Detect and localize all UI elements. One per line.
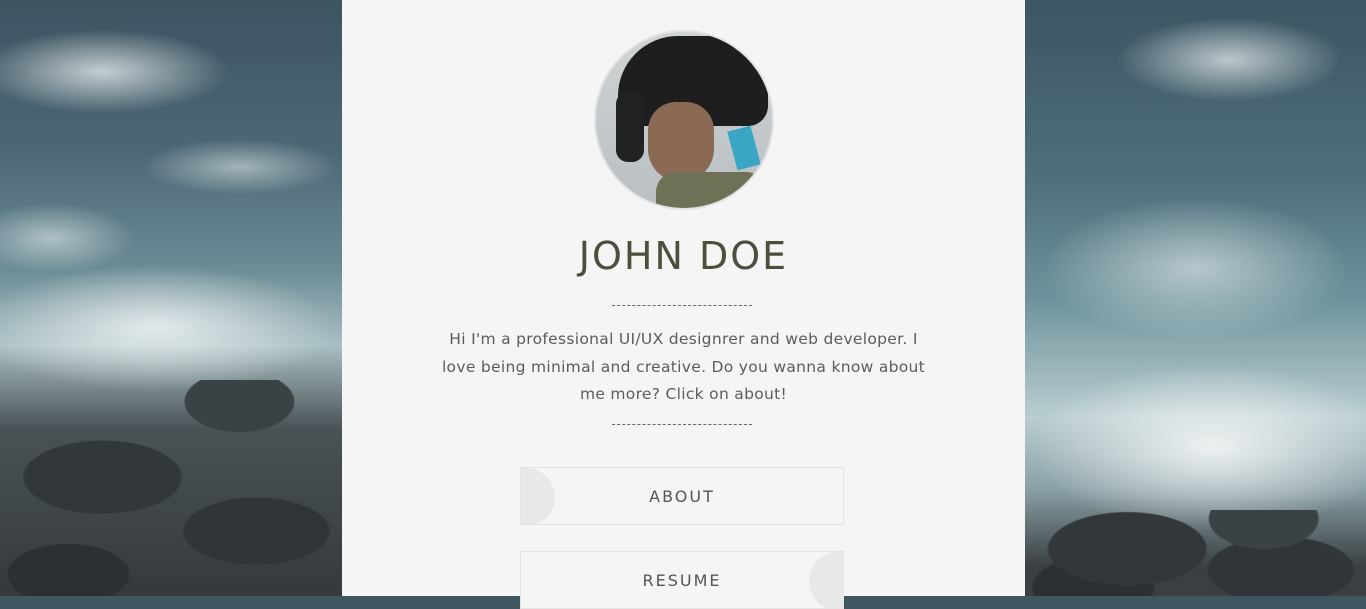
- profile-name: JOHN DOE: [578, 234, 789, 278]
- avatar-shirt: [656, 172, 766, 208]
- avatar: [594, 30, 774, 210]
- button-decoration: [809, 552, 843, 608]
- background-sea-right: [1025, 0, 1366, 596]
- avatar-face: [648, 102, 714, 182]
- avatar-scarf: [727, 125, 761, 171]
- background-rocks-right: [1025, 510, 1366, 596]
- resume-button-label: RESUME: [642, 570, 722, 590]
- about-button[interactable]: ABOUT: [520, 467, 844, 525]
- profile-panel: JOHN DOE Hi I'm a professional UI/UX des…: [342, 0, 1025, 609]
- divider-bottom: [612, 424, 752, 425]
- resume-button[interactable]: RESUME: [520, 551, 844, 609]
- about-button-label: ABOUT: [649, 486, 715, 506]
- avatar-hat-flap: [616, 92, 644, 162]
- profile-bio: Hi I'm a professional UI/UX designrer an…: [441, 330, 926, 403]
- button-decoration: [521, 468, 555, 524]
- background-rocks-left: [0, 380, 342, 596]
- divider-top: [612, 305, 752, 306]
